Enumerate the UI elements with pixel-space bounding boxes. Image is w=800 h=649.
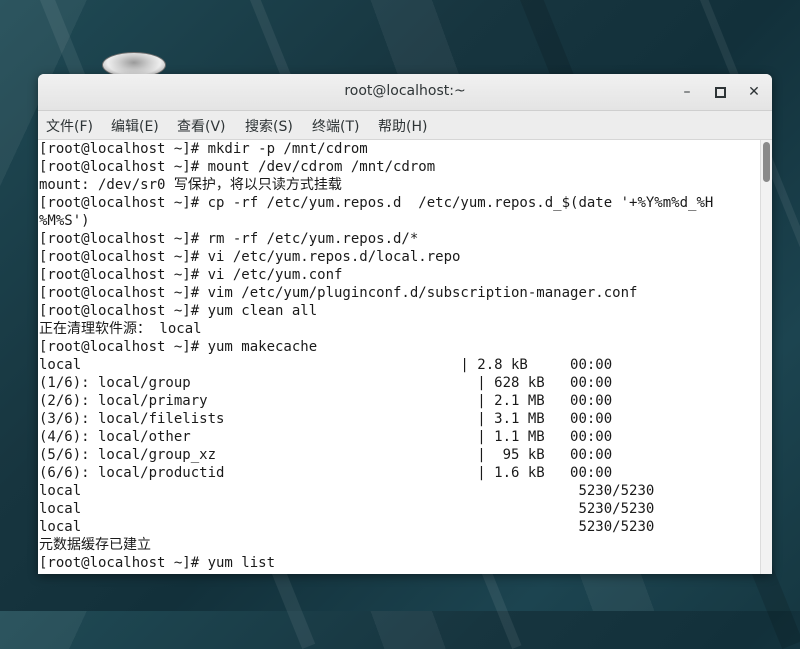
terminal-line: [root@localhost ~]# mkdir -p /mnt/cdrom — [39, 141, 368, 157]
terminal-line: local 5230/5230 — [39, 483, 655, 499]
menu-view[interactable]: 查看(V) — [177, 116, 226, 136]
terminal-line: %M%S') — [39, 213, 90, 229]
terminal-line: (4/6): local/other | 1.1 MB 00:00 — [39, 429, 613, 445]
terminal-output[interactable]: [root@localhost ~]# mkdir -p /mnt/cdrom … — [38, 140, 760, 574]
close-button[interactable]: ✕ — [743, 82, 765, 102]
terminal-line: (5/6): local/group_xz | 95 kB 00:00 — [39, 447, 613, 463]
terminal-line: (2/6): local/primary | 2.1 MB 00:00 — [39, 393, 613, 409]
vertical-scrollbar[interactable] — [760, 140, 772, 574]
scrollbar-thumb[interactable] — [763, 142, 770, 182]
menu-bar: 文件(F) 编辑(E) 查看(V) 搜索(S) 终端(T) 帮助(H) — [38, 111, 772, 140]
terminal-line: [root@localhost ~]# yum list — [39, 555, 276, 571]
terminal-line: [root@localhost ~]# vim /etc/yum/pluginc… — [39, 285, 638, 301]
window-title: root@localhost:~ — [344, 83, 466, 99]
minimize-button[interactable]: – — [676, 82, 698, 102]
menu-search[interactable]: 搜索(S) — [245, 116, 293, 136]
menu-help[interactable]: 帮助(H) — [378, 116, 427, 136]
terminal-line: [root@localhost ~]# yum clean all — [39, 303, 318, 319]
terminal-line: [root@localhost ~]# vi /etc/yum.conf — [39, 267, 343, 283]
title-bar[interactable]: root@localhost:~ – ✕ — [38, 74, 772, 111]
terminal-line: (6/6): local/productid | 1.6 kB 00:00 — [39, 465, 613, 481]
terminal-line: [root@localhost ~]# rm -rf /etc/yum.repo… — [39, 231, 419, 247]
maximize-button[interactable] — [709, 82, 731, 102]
terminal-line: local 5230/5230 — [39, 519, 655, 535]
terminal-line: (3/6): local/filelists | 3.1 MB 00:00 — [39, 411, 613, 427]
terminal-line: [root@localhost ~]# cp -rf /etc/yum.repo… — [39, 195, 714, 211]
menu-edit[interactable]: 编辑(E) — [111, 116, 159, 136]
maximize-icon — [714, 86, 726, 98]
terminal-line: [root@localhost ~]# vi /etc/yum.repos.d/… — [39, 249, 461, 265]
terminal-window: root@localhost:~ – ✕ 文件(F) 编辑(E) 查看(V) 搜… — [38, 74, 772, 574]
terminal-line: (1/6): local/group | 628 kB 00:00 — [39, 375, 613, 391]
terminal-line: 元数据缓存已建立 — [39, 537, 151, 553]
terminal-line: 正在清理软件源： local — [39, 321, 202, 337]
terminal-line: [root@localhost ~]# yum makecache — [39, 339, 318, 355]
menu-file[interactable]: 文件(F) — [46, 116, 93, 136]
terminal-line: mount: /dev/sr0 写保护，将以只读方式挂载 — [39, 177, 342, 193]
menu-terminal[interactable]: 终端(T) — [312, 116, 359, 136]
terminal-line: local | 2.8 kB 00:00 — [39, 357, 613, 373]
terminal-line: [root@localhost ~]# mount /dev/cdrom /mn… — [39, 159, 436, 175]
terminal-line: local 5230/5230 — [39, 501, 655, 517]
